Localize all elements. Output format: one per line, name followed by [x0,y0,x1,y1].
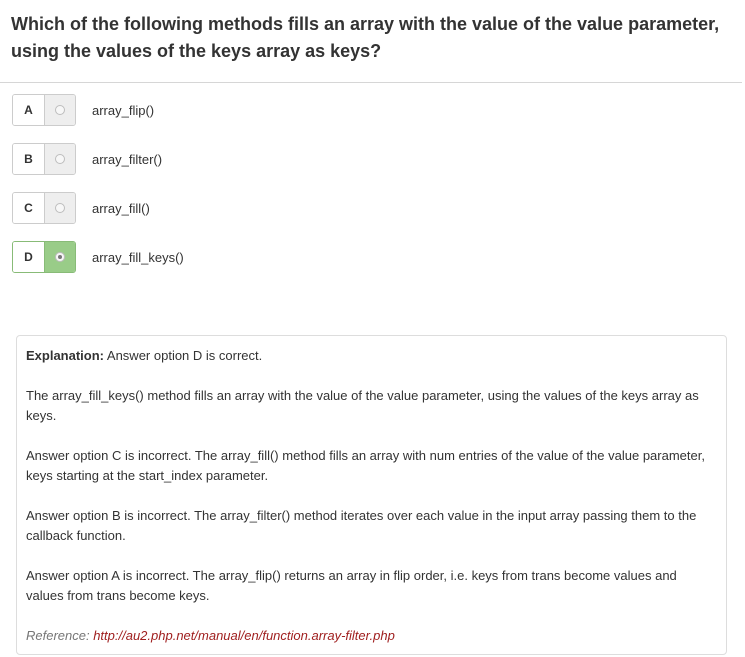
reference-line: Reference: http://au2.php.net/manual/en/… [26,626,717,646]
explanation-label: Explanation: [26,348,105,363]
option-d-text: array_fill_keys() [92,249,184,265]
option-d-radio-cell[interactable] [44,242,75,272]
option-c-radio-cell[interactable] [44,193,75,223]
option-a-radio-cell[interactable] [44,95,75,125]
explanation-summary-text: Answer option D is correct. [104,348,263,363]
option-b-radio-icon[interactable] [55,154,65,164]
question-divider [0,82,742,83]
reference-link[interactable]: http://au2.php.net/manual/en/function.ar… [93,628,395,643]
option-c-letter: C [13,193,44,223]
option-b-text: array_filter() [92,151,163,167]
option-d-toggle[interactable]: D [12,241,76,273]
option-d-radio-icon[interactable] [55,252,65,262]
option-a-radio-icon[interactable] [55,105,65,115]
option-b[interactable]: B array_filter() [12,143,162,175]
option-a[interactable]: A array_flip() [12,94,154,126]
option-c[interactable]: C array_fill() [12,192,150,224]
explanation-paragraph-option-a: Answer option A is incorrect. The array_… [26,568,677,603]
option-b-toggle[interactable]: B [12,143,76,175]
explanation-paragraph-option-b: Answer option B is incorrect. The array_… [26,508,697,543]
option-a-toggle[interactable]: A [12,94,76,126]
option-b-radio-cell[interactable] [44,144,75,174]
option-d-letter: D [13,242,44,272]
explanation-paragraph-correct: The array_fill_keys() method fills an ar… [26,388,699,423]
option-d[interactable]: D array_fill_keys() [12,241,184,273]
option-c-toggle[interactable]: C [12,192,76,224]
explanation-paragraph-option-c: Answer option C is incorrect. The array_… [26,448,705,483]
option-b-letter: B [13,144,44,174]
explanation-summary: Explanation: Answer option D is correct. [26,346,717,366]
reference-label: Reference: [26,628,94,643]
option-a-text: array_flip() [92,102,155,118]
question-text: Which of the following methods fills an … [11,14,720,61]
option-d-radio-dot [58,255,62,259]
option-c-text: array_fill() [92,200,150,216]
option-a-letter: A [13,95,44,125]
explanation-panel: Explanation: Answer option D is correct.… [16,335,727,655]
option-c-radio-icon[interactable] [55,203,65,213]
